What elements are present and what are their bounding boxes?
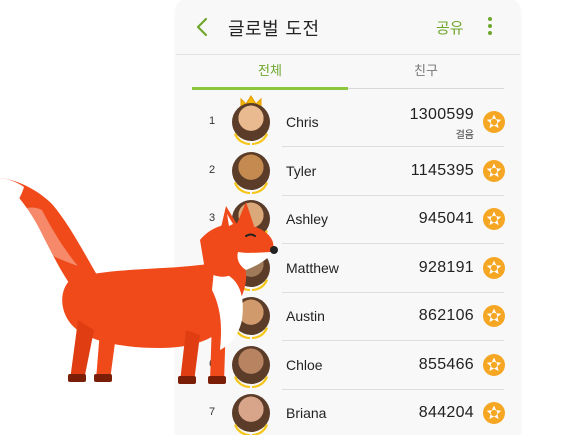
medal-badge-icon[interactable] <box>482 256 506 280</box>
player-name: Ashley <box>286 211 329 227</box>
step-count: 945041 <box>418 210 474 227</box>
medal-badge-icon[interactable] <box>482 353 506 377</box>
medal-badge-icon[interactable] <box>482 401 506 425</box>
step-count: 928191 <box>418 259 474 276</box>
step-count: 844204 <box>418 404 474 421</box>
step-count: 862106 <box>418 307 474 324</box>
laurel-icon <box>234 133 268 145</box>
app-bar: 글로벌 도전 공유 <box>176 0 520 54</box>
tab-friends[interactable]: 친구 <box>348 55 504 89</box>
step-count: 1145395 <box>410 162 474 179</box>
medal-badge-icon[interactable] <box>482 304 506 328</box>
selected-tab-indicator <box>192 87 348 90</box>
tab-all[interactable]: 전체 <box>192 55 348 89</box>
step-unit: 걸음 <box>455 130 474 141</box>
player-name: Matthew <box>286 260 339 276</box>
rank-number: 1 <box>208 115 216 127</box>
more-options-icon[interactable] <box>482 14 498 40</box>
medal-badge-icon[interactable] <box>482 207 506 231</box>
step-count: 855466 <box>418 356 474 373</box>
player-name: Tyler <box>286 163 317 179</box>
step-count: 1300599 <box>409 106 474 123</box>
tab-divider <box>348 88 504 89</box>
page-title: 글로벌 도전 <box>228 19 320 40</box>
rank-number: 7 <box>208 406 216 418</box>
player-name: Briana <box>286 405 327 421</box>
player-name: Chloe <box>286 357 323 373</box>
medal-badge-icon[interactable] <box>482 110 506 134</box>
laurel-icon <box>234 424 268 435</box>
fox-mascot-illustration <box>0 178 278 384</box>
share-button[interactable]: 공유 <box>436 17 464 38</box>
tab-bar: 전체 친구 <box>192 55 504 89</box>
player-name: Chris <box>286 114 319 130</box>
leaderboard-row[interactable]: 1 Chris 1300599 걸음 <box>176 98 520 146</box>
back-chevron-icon[interactable] <box>190 14 216 40</box>
leaderboard-row[interactable]: 7 Briana 844204 <box>176 389 520 435</box>
player-name: Austin <box>286 308 325 324</box>
medal-badge-icon[interactable] <box>482 159 506 183</box>
